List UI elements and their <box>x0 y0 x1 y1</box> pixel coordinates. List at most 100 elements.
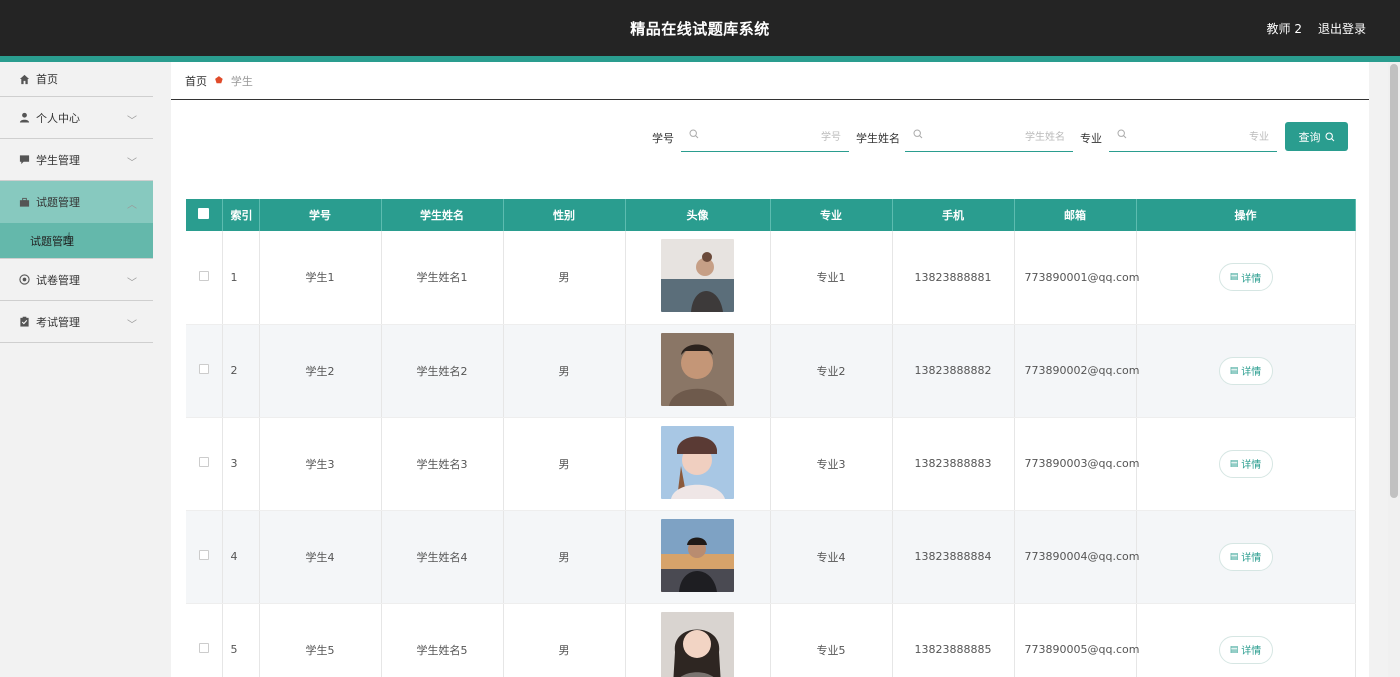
column-header: 索引 <box>222 199 260 231</box>
search-label-id: 学号 <box>652 132 674 145</box>
query-button-label: 查询 <box>1298 130 1321 144</box>
search-field-name <box>905 122 1073 152</box>
sidebar-item-label: 试卷管理 <box>36 273 80 287</box>
column-header: 操作 <box>1136 199 1356 231</box>
current-user: 教师 2 <box>1266 22 1302 36</box>
detail-button-label: 详情 <box>1241 553 1262 564</box>
breadcrumb-current: 学生 <box>230 74 253 88</box>
cell-action: ▤ 详情 <box>1136 510 1356 604</box>
scrollbar-thumb[interactable] <box>1390 64 1398 498</box>
cell-gender: 男 <box>503 417 626 511</box>
sidebar-item-profile[interactable]: 个人中心 ﹀ <box>0 97 153 139</box>
sidebar-item-exams[interactable]: 考试管理 ﹀ <box>0 301 153 343</box>
logout-link[interactable]: 退出登录 <box>1318 20 1366 37</box>
chat-icon <box>18 154 30 166</box>
avatar <box>661 425 734 499</box>
chevron-up-icon: ︿ <box>127 200 137 211</box>
sidebar-item-papers[interactable]: 试卷管理 ﹀ <box>0 259 153 301</box>
column-header: 性别 <box>503 199 626 231</box>
cell-student-id: 学生1 <box>259 231 382 325</box>
column-header: 手机 <box>892 199 1015 231</box>
sidebar-item-label: 试题管理 <box>36 196 80 209</box>
cell-student-id: 学生5 <box>259 603 382 677</box>
sidebar-item-home[interactable]: 首页 <box>0 62 153 97</box>
cell-index: 3 <box>222 417 260 511</box>
search-field-id <box>681 122 849 152</box>
table-row: 3 学生3 学生姓名3 男 专业3 13823888883 773890003@… <box>186 417 1356 511</box>
cell-gender: 男 <box>503 603 626 677</box>
detail-button[interactable]: ▤ 详情 <box>1218 263 1273 292</box>
chevron-down-icon: ﹀ <box>127 319 137 331</box>
document-icon: ▤ <box>1229 365 1239 376</box>
chevron-down-icon: ﹀ <box>127 277 137 289</box>
sidebar-item-label: 学生管理 <box>36 153 80 167</box>
query-button[interactable]: 查询 <box>1285 122 1348 151</box>
search-input-name[interactable] <box>927 126 1065 148</box>
detail-button[interactable]: ▤ 详情 <box>1218 449 1273 478</box>
chevron-down-icon: ﹀ <box>127 157 137 169</box>
search-label-name: 学生姓名 <box>856 132 900 145</box>
sidebar-subitem-questions[interactable]: 试题管理 ☝ <box>0 223 153 259</box>
search-icon <box>689 129 699 142</box>
detail-button-label: 详情 <box>1241 273 1262 285</box>
row-checkbox[interactable] <box>186 510 223 604</box>
clipboard-icon <box>18 316 30 328</box>
row-checkbox[interactable] <box>186 417 223 511</box>
cell-action: ▤ 详情 <box>1136 417 1356 511</box>
search-input-id[interactable] <box>703 126 841 148</box>
main-content: 首页 ⬟ 学生 学号 学生姓名 专业 查询 <box>171 62 1369 677</box>
cell-student-name: 学生姓名3 <box>381 417 504 511</box>
cell-major: 专业5 <box>770 603 893 677</box>
column-header: 专业 <box>770 199 893 231</box>
table-row: 1 学生1 学生姓名1 男 专业1 13823888881 773890001@… <box>186 231 1356 325</box>
sidebar-item-label: 个人中心 <box>36 111 80 125</box>
hand-cursor-icon: ☝ <box>62 229 72 248</box>
detail-button[interactable]: ▤ 详情 <box>1218 635 1273 664</box>
row-checkbox[interactable] <box>186 603 223 677</box>
document-icon: ▤ <box>1229 551 1239 562</box>
circle-icon <box>18 274 30 286</box>
avatar <box>661 611 734 677</box>
cell-student-name: 学生姓名1 <box>381 231 504 325</box>
breadcrumb-separator-icon: ⬟ <box>215 75 223 86</box>
row-checkbox[interactable] <box>186 324 223 418</box>
sidebar-item-label: 考试管理 <box>36 315 80 329</box>
breadcrumb-home[interactable]: 首页 <box>185 73 207 89</box>
sidebar-item-questions[interactable]: 试题管理 ︿ <box>0 181 153 223</box>
table-row: 5 学生5 学生姓名5 男 专业5 13823888885 773890005@… <box>186 603 1356 677</box>
cell-major: 专业3 <box>770 417 893 511</box>
vertical-scrollbar[interactable] <box>1388 62 1400 677</box>
avatar <box>661 239 734 313</box>
cell-student-id: 学生2 <box>259 324 382 418</box>
sidebar-item-students[interactable]: 学生管理 ﹀ <box>0 139 153 181</box>
detail-button-label: 详情 <box>1241 460 1262 471</box>
cell-avatar <box>625 231 771 325</box>
search-icon <box>913 129 923 142</box>
detail-button[interactable]: ▤ 详情 <box>1218 542 1273 571</box>
cell-action: ▤ 详情 <box>1136 324 1356 418</box>
cell-index: 4 <box>222 510 260 604</box>
search-icon <box>1324 131 1335 142</box>
search-input-major[interactable] <box>1131 126 1269 148</box>
document-icon: ▤ <box>1229 272 1239 283</box>
cell-action: ▤ 详情 <box>1136 603 1356 677</box>
select-all-checkbox[interactable] <box>186 199 223 231</box>
app-title: 精品在线试题库系统 <box>630 20 770 38</box>
row-checkbox[interactable] <box>186 231 223 325</box>
column-header: 学生姓名 <box>381 199 504 231</box>
cell-email: 773890005@qq.com <box>1014 603 1139 677</box>
cell-gender: 男 <box>503 510 626 604</box>
table-row: 2 学生2 学生姓名2 男 专业2 13823888882 773890002@… <box>186 324 1356 418</box>
detail-button-label: 详情 <box>1241 367 1262 378</box>
column-header: 邮箱 <box>1014 199 1137 231</box>
cell-phone: 13823888882 <box>892 324 1015 418</box>
cell-index: 1 <box>222 231 260 325</box>
cell-major: 专业2 <box>770 324 893 418</box>
cell-avatar <box>625 417 771 511</box>
detail-button[interactable]: ▤ 详情 <box>1218 356 1273 385</box>
cell-major: 专业1 <box>770 231 893 325</box>
cell-student-id: 学生4 <box>259 510 382 604</box>
document-icon: ▤ <box>1229 458 1239 469</box>
cell-student-name: 学生姓名5 <box>381 603 504 677</box>
sidebar-item-label: 首页 <box>36 73 58 86</box>
